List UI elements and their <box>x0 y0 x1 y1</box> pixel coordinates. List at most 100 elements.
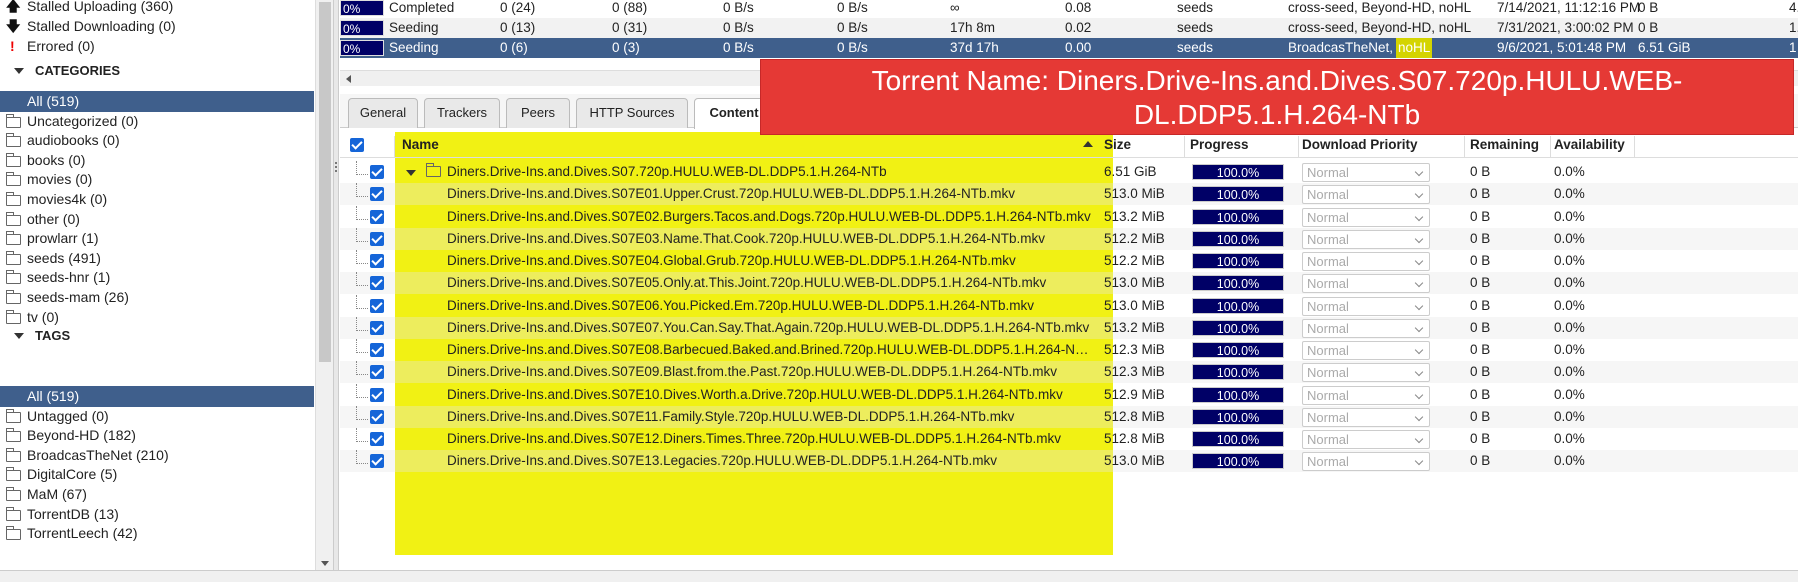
col-download-priority[interactable]: Download Priority <box>1302 132 1418 158</box>
category-item[interactable]: movies (0) <box>0 169 314 190</box>
status-bar <box>0 570 1798 582</box>
folder-row[interactable]: Diners.Drive-Ins.and.Dives.S07.720p.HULU… <box>340 161 1798 183</box>
priority-select[interactable]: Normal <box>1302 185 1430 205</box>
file-row[interactable]: Diners.Drive-Ins.and.Dives.S07E05.Only.a… <box>340 272 1798 295</box>
priority-select[interactable]: Normal <box>1302 252 1430 271</box>
file-checkbox[interactable] <box>370 409 384 424</box>
scroll-down-icon[interactable] <box>321 561 329 566</box>
torrent-peers: 0 (88) <box>612 0 648 15</box>
file-row[interactable]: Diners.Drive-Ins.and.Dives.S07E10.Dives.… <box>340 383 1798 406</box>
torrent-ratio: 0.02 <box>1065 20 1092 35</box>
category-item[interactable]: Uncategorized (0) <box>0 111 314 132</box>
file-size: 513.0 MiB <box>1104 275 1165 291</box>
category-item[interactable]: books (0) <box>0 150 314 171</box>
tag-item[interactable]: BroadcasTheNet (210) <box>0 445 314 466</box>
tag-item[interactable]: TorrentLeech (42) <box>0 523 314 544</box>
priority-select[interactable]: Normal <box>1302 407 1430 427</box>
folder-icon <box>6 526 22 541</box>
file-checkbox[interactable] <box>370 231 384 246</box>
torrent-row[interactable]: 0% Seeding 0 (13) 0 (31) 0 B/s 0 B/s 17h 8m 0.0… <box>340 18 1798 38</box>
expand-triangle-icon[interactable] <box>406 170 416 176</box>
file-availability: 0.0% <box>1554 164 1585 179</box>
file-row[interactable]: Diners.Drive-Ins.and.Dives.S07E02.Burger… <box>340 205 1798 228</box>
filter-stalled-downloading[interactable]: 🡇 Stalled Downloading (0) <box>0 16 314 37</box>
category-item[interactable]: audiobooks (0) <box>0 130 314 151</box>
tag-item[interactable]: Beyond-HD (182) <box>0 425 314 446</box>
priority-select[interactable]: Normal <box>1302 341 1430 360</box>
categories-header[interactable]: CATEGORIES <box>0 60 314 82</box>
category-item[interactable]: seeds-mam (26) <box>0 287 314 308</box>
tab-general[interactable]: General <box>348 98 418 128</box>
category-item[interactable]: All (519) <box>0 91 314 112</box>
category-item[interactable]: other (0) <box>0 209 314 230</box>
tag-item[interactable]: DigitalCore (5) <box>0 464 314 485</box>
category-item[interactable]: seeds-hnr (1) <box>0 267 314 288</box>
category-item[interactable]: movies4k (0) <box>0 189 314 210</box>
torrent-row[interactable]: 0% Completed 0 (24) 0 (88) 0 B/s 0 B/s ∞ 0.08 se… <box>340 0 1798 18</box>
file-row[interactable]: Diners.Drive-Ins.and.Dives.S07E08.Barbec… <box>340 339 1798 361</box>
torrent-row[interactable]: 0% Seeding 0 (6) 0 (3) 0 B/s 0 B/s 37d 17h 0.00… <box>340 38 1798 58</box>
torrent-state: Seeding <box>389 40 439 55</box>
sidebar-scrollbar[interactable] <box>315 0 333 570</box>
tab-trackers[interactable]: Trackers <box>424 98 500 128</box>
file-checkbox[interactable] <box>370 432 384 446</box>
file-row[interactable]: Diners.Drive-Ins.and.Dives.S07E01.Upper.… <box>340 183 1798 206</box>
file-remaining: 0 B <box>1470 253 1491 268</box>
file-checkbox[interactable] <box>370 320 384 335</box>
file-checkbox[interactable] <box>370 209 384 224</box>
tag-item[interactable]: Untagged (0) <box>0 406 314 427</box>
priority-select[interactable]: Normal <box>1302 274 1430 294</box>
file-row[interactable]: Diners.Drive-Ins.and.Dives.S07E09.Blast.… <box>340 361 1798 384</box>
scrollbar-thumb[interactable] <box>319 2 331 362</box>
category-item[interactable]: prowlarr (1) <box>0 228 314 249</box>
tag-item[interactable]: MaM (67) <box>0 484 314 505</box>
filter-stalled-uploading[interactable]: 🡅 Stalled Uploading (360) <box>0 0 314 17</box>
priority-select[interactable]: Normal <box>1302 385 1430 405</box>
file-row[interactable]: Diners.Drive-Ins.and.Dives.S07E12.Diners… <box>340 428 1798 450</box>
scroll-left-icon[interactable] <box>346 75 351 83</box>
col-progress[interactable]: Progress <box>1190 132 1249 158</box>
file-checkbox[interactable] <box>370 187 384 202</box>
file-row[interactable]: Diners.Drive-Ins.and.Dives.S07E07.You.Ca… <box>340 316 1798 339</box>
item-label: All (519) <box>27 388 80 404</box>
file-checkbox[interactable] <box>370 454 384 469</box>
file-checkbox[interactable] <box>370 254 384 268</box>
tag-item[interactable]: TorrentDB (13) <box>0 504 314 525</box>
file-row[interactable]: Diners.Drive-Ins.and.Dives.S07E04.Global… <box>340 250 1798 272</box>
select-all-checkbox[interactable] <box>350 138 364 152</box>
panel-splitter[interactable] <box>333 0 339 570</box>
priority-select[interactable]: Normal <box>1302 363 1430 383</box>
col-name[interactable]: Name <box>402 132 439 158</box>
file-progress-bar: 100.0% <box>1192 164 1284 180</box>
tag-item[interactable]: All (519) <box>0 386 314 407</box>
tab-peers[interactable]: Peers <box>506 98 570 128</box>
tags-header[interactable]: TAGS <box>0 325 314 347</box>
file-row[interactable]: Diners.Drive-Ins.and.Dives.S07E13.Legaci… <box>340 450 1798 473</box>
file-size: 512.9 MiB <box>1104 386 1165 402</box>
file-checkbox[interactable] <box>370 276 384 291</box>
file-checkbox[interactable] <box>370 343 384 357</box>
collapse-triangle-icon <box>14 333 24 339</box>
file-remaining: 0 B <box>1470 408 1491 424</box>
file-checkbox[interactable] <box>370 298 384 313</box>
file-row[interactable]: Diners.Drive-Ins.and.Dives.S07E03.Name.T… <box>340 227 1798 250</box>
col-availability[interactable]: Availability <box>1554 132 1625 158</box>
priority-select[interactable]: Normal <box>1302 207 1430 227</box>
file-checkbox[interactable] <box>370 165 384 179</box>
col-remaining[interactable]: Remaining <box>1470 132 1539 158</box>
file-name: Diners.Drive-Ins.and.Dives.S07E13.Legaci… <box>447 453 997 469</box>
tab-http-sources[interactable]: HTTP Sources <box>576 98 688 128</box>
priority-select[interactable]: Normal <box>1302 296 1430 316</box>
col-size[interactable]: Size <box>1104 132 1131 158</box>
file-row[interactable]: Diners.Drive-Ins.and.Dives.S07E11.Family… <box>340 405 1798 428</box>
file-checkbox[interactable] <box>370 365 384 380</box>
priority-select[interactable]: Normal <box>1302 430 1430 449</box>
filter-errored[interactable]: ! Errored (0) <box>0 36 314 57</box>
priority-select[interactable]: Normal <box>1302 163 1430 182</box>
priority-select[interactable]: Normal <box>1302 229 1430 249</box>
priority-select[interactable]: Normal <box>1302 452 1430 472</box>
file-checkbox[interactable] <box>370 387 384 402</box>
category-item[interactable]: seeds (491) <box>0 248 314 269</box>
file-row[interactable]: Diners.Drive-Ins.and.Dives.S07E06.You.Pi… <box>340 294 1798 317</box>
priority-select[interactable]: Normal <box>1302 318 1430 338</box>
